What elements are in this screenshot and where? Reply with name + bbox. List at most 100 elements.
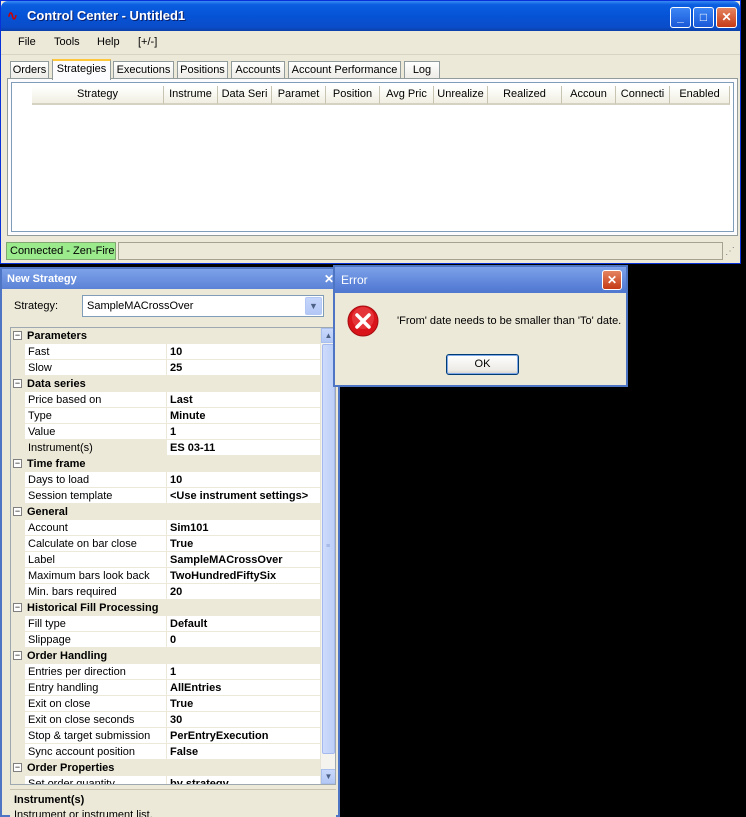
property-row[interactable]: Instrument(s) ES 03-11 bbox=[11, 440, 322, 456]
tab-executions[interactable]: Executions bbox=[113, 61, 174, 79]
property-row[interactable]: Session template <Use instrument settings… bbox=[11, 488, 322, 504]
property-row[interactable]: Slippage 0 bbox=[11, 632, 322, 648]
column-strategy[interactable]: Strategy bbox=[32, 86, 164, 105]
minimize-button[interactable]: _ bbox=[670, 7, 691, 28]
property-scrollbar[interactable]: ▲ ≡ ▼ bbox=[320, 328, 335, 784]
property-value[interactable]: 30 bbox=[167, 712, 322, 728]
tab-accounts[interactable]: Accounts bbox=[231, 61, 285, 79]
property-category[interactable]: − Parameters bbox=[11, 328, 322, 344]
column-enabled[interactable]: Enabled bbox=[670, 86, 730, 105]
property-category[interactable]: − Order Properties bbox=[11, 760, 322, 776]
control-center-titlebar[interactable]: ∿ Control Center - Untitled1 _ □ ✕ bbox=[1, 1, 740, 31]
column-avg-price[interactable]: Avg Pric bbox=[380, 86, 434, 105]
scroll-down-icon[interactable]: ▼ bbox=[321, 769, 335, 784]
property-value[interactable]: 25 bbox=[167, 360, 322, 376]
property-value[interactable]: Sim101 bbox=[167, 520, 322, 536]
column-position[interactable]: Position bbox=[326, 86, 380, 105]
error-dialog-titlebar[interactable]: Error ✕ bbox=[335, 267, 626, 293]
property-row[interactable]: Maximum bars look back TwoHundredFiftySix bbox=[11, 568, 322, 584]
menu-tools[interactable]: Tools bbox=[54, 36, 80, 48]
property-value[interactable]: 0 bbox=[167, 632, 322, 648]
column-instrument[interactable]: Instrume bbox=[164, 86, 218, 105]
strategy-select[interactable]: SampleMACrossOver ▼ bbox=[82, 295, 324, 317]
property-value[interactable]: <Use instrument settings> bbox=[167, 488, 322, 504]
new-strategy-titlebar[interactable]: New Strategy ✕ bbox=[2, 269, 338, 289]
collapse-icon[interactable]: − bbox=[13, 603, 22, 612]
scrollbar-thumb[interactable]: ≡ bbox=[322, 344, 335, 754]
collapse-icon[interactable]: − bbox=[13, 379, 22, 388]
collapse-icon[interactable]: − bbox=[13, 651, 22, 660]
column-data-series[interactable]: Data Seri bbox=[218, 86, 272, 105]
collapse-icon[interactable]: − bbox=[13, 459, 22, 468]
property-category[interactable]: − General bbox=[11, 504, 322, 520]
property-row[interactable]: Entries per direction 1 bbox=[11, 664, 322, 680]
property-row[interactable]: Type Minute bbox=[11, 408, 322, 424]
maximize-button[interactable]: □ bbox=[693, 7, 714, 28]
tab-account-performance[interactable]: Account Performance bbox=[288, 61, 401, 79]
property-value[interactable]: by strategy bbox=[167, 776, 322, 784]
property-value[interactable]: 1 bbox=[167, 664, 322, 680]
column-connection[interactable]: Connecti bbox=[616, 86, 670, 105]
property-row[interactable]: Fast 10 bbox=[11, 344, 322, 360]
property-value[interactable]: Default bbox=[167, 616, 322, 632]
column-unrealized[interactable]: Unrealize bbox=[434, 86, 488, 105]
collapse-icon[interactable]: − bbox=[13, 331, 22, 340]
property-row[interactable]: Price based on Last bbox=[11, 392, 322, 408]
property-value[interactable]: PerEntryExecution bbox=[167, 728, 322, 744]
property-value[interactable]: ES 03-11 bbox=[167, 440, 322, 456]
tab-strategies[interactable]: Strategies bbox=[52, 59, 111, 80]
property-row[interactable]: Exit on close True bbox=[11, 696, 322, 712]
property-row[interactable]: Value 1 bbox=[11, 424, 322, 440]
menu-expand[interactable]: [+/-] bbox=[138, 36, 157, 48]
property-category[interactable]: − Data series bbox=[11, 376, 322, 392]
close-button[interactable]: ✕ bbox=[716, 7, 737, 28]
property-value[interactable]: 10 bbox=[167, 344, 322, 360]
tab-positions[interactable]: Positions bbox=[177, 61, 228, 79]
strategies-grid[interactable]: Strategy Instrume Data Seri Paramet Posi… bbox=[11, 82, 734, 232]
property-grid[interactable]: − Parameters Fast 10 Slow 25− Data series Price… bbox=[10, 327, 336, 785]
property-category[interactable]: − Order Handling bbox=[11, 648, 322, 664]
app-icon: ∿ bbox=[7, 8, 18, 23]
ok-button[interactable]: OK bbox=[446, 354, 519, 375]
property-value[interactable]: SampleMACrossOver bbox=[167, 552, 322, 568]
chevron-down-icon[interactable]: ▼ bbox=[305, 297, 322, 315]
property-row[interactable]: Label SampleMACrossOver bbox=[11, 552, 322, 568]
tab-orders[interactable]: Orders bbox=[10, 61, 49, 79]
menu-help[interactable]: Help bbox=[97, 36, 120, 48]
property-value[interactable]: Last bbox=[167, 392, 322, 408]
property-row[interactable]: Set order quantity by strategy bbox=[11, 776, 322, 784]
tab-log[interactable]: Log bbox=[404, 61, 440, 79]
property-gutter bbox=[11, 568, 25, 584]
property-row[interactable]: Stop & target submission PerEntryExecutio… bbox=[11, 728, 322, 744]
property-row[interactable]: Sync account position False bbox=[11, 744, 322, 760]
resize-grip-icon[interactable]: ⋰ bbox=[725, 246, 735, 257]
property-value[interactable]: True bbox=[167, 696, 322, 712]
property-row[interactable]: Calculate on bar close True bbox=[11, 536, 322, 552]
property-row[interactable]: Fill type Default bbox=[11, 616, 322, 632]
property-row[interactable]: Exit on close seconds 30 bbox=[11, 712, 322, 728]
property-category[interactable]: − Time frame bbox=[11, 456, 322, 472]
column-realized[interactable]: Realized bbox=[488, 86, 562, 105]
property-row[interactable]: Account Sim101 bbox=[11, 520, 322, 536]
property-category-label: Parameters bbox=[27, 330, 87, 342]
property-value[interactable]: 1 bbox=[167, 424, 322, 440]
property-row[interactable]: Entry handling AllEntries bbox=[11, 680, 322, 696]
property-value[interactable]: False bbox=[167, 744, 322, 760]
column-account[interactable]: Accoun bbox=[562, 86, 616, 105]
collapse-icon[interactable]: − bbox=[13, 763, 22, 772]
property-row[interactable]: Slow 25 bbox=[11, 360, 322, 376]
property-row[interactable]: Days to load 10 bbox=[11, 472, 322, 488]
property-value[interactable]: TwoHundredFiftySix bbox=[167, 568, 322, 584]
property-row[interactable]: Min. bars required 20 bbox=[11, 584, 322, 600]
property-value[interactable]: 20 bbox=[167, 584, 322, 600]
property-value[interactable]: True bbox=[167, 536, 322, 552]
error-close-button[interactable]: ✕ bbox=[602, 270, 622, 290]
property-value[interactable]: 10 bbox=[167, 472, 322, 488]
property-value[interactable]: AllEntries bbox=[167, 680, 322, 696]
menu-file[interactable]: File bbox=[18, 36, 36, 48]
strategies-panel: Strategy Instrume Data Seri Paramet Posi… bbox=[7, 78, 738, 236]
property-value[interactable]: Minute bbox=[167, 408, 322, 424]
column-parameters[interactable]: Paramet bbox=[272, 86, 326, 105]
collapse-icon[interactable]: − bbox=[13, 507, 22, 516]
property-category[interactable]: − Historical Fill Processing bbox=[11, 600, 322, 616]
